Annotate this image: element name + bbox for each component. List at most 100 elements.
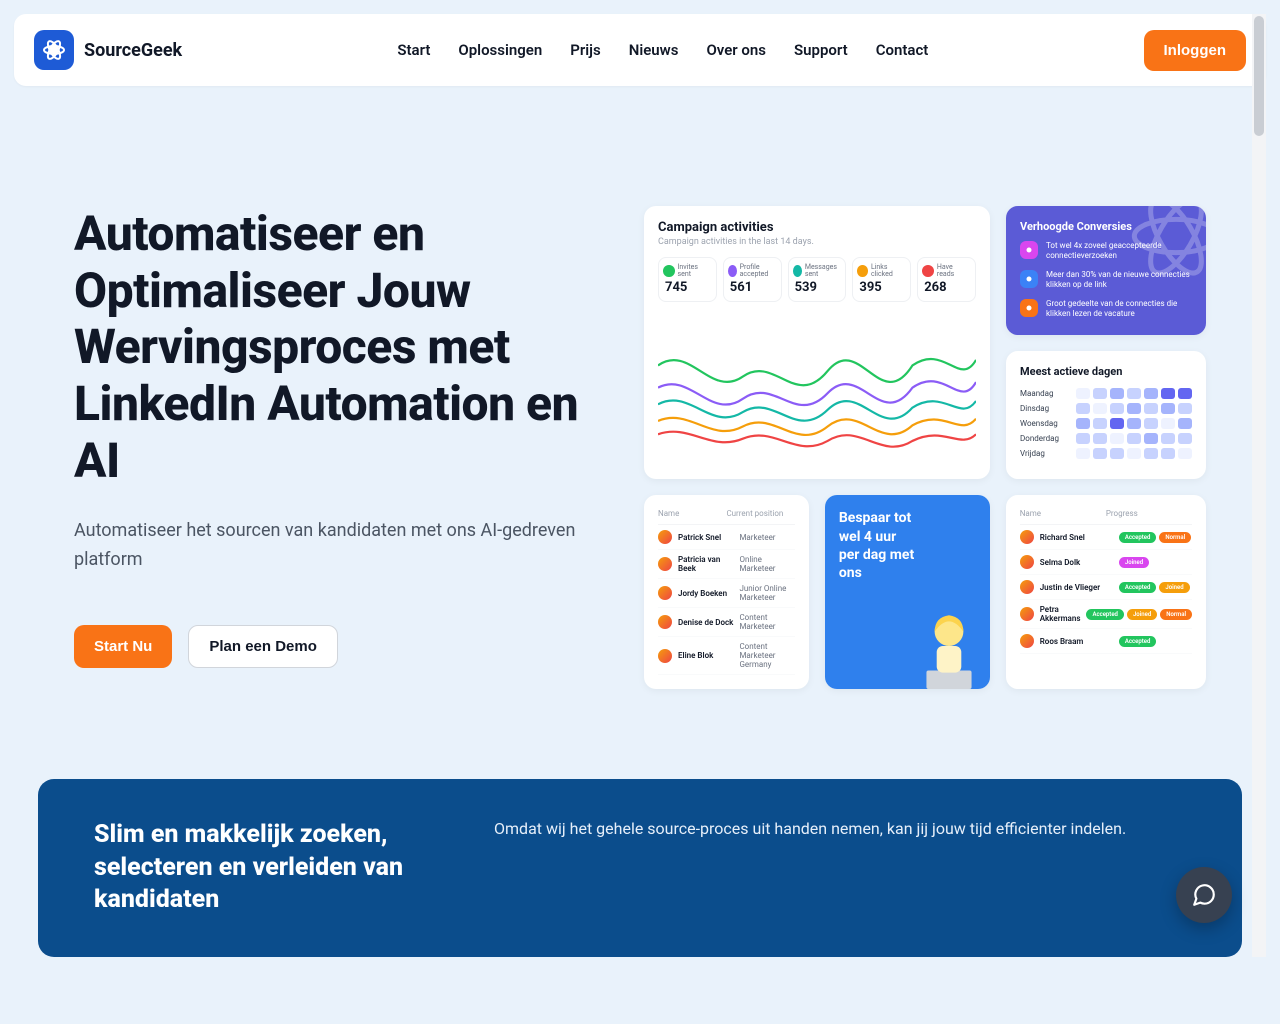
badges: Joined	[1119, 557, 1192, 568]
status-badge: Accepted	[1119, 532, 1157, 543]
active-day-row: Dinsdag	[1020, 403, 1192, 414]
plan-demo-button[interactable]: Plan een Demo	[188, 625, 338, 668]
progress-row: Roos Braam Accepted	[1020, 629, 1192, 654]
avatar	[658, 530, 672, 544]
heatmap-cell	[1127, 418, 1141, 429]
conversion-bullet-icon	[1020, 270, 1038, 288]
people-row: Patrick Snel Marketeer	[658, 525, 795, 550]
person-name: Richard Snel	[1040, 533, 1113, 542]
navbar: SourceGeek Start Oplossingen Prijs Nieuw…	[14, 14, 1266, 86]
person-name: Denise de Dock	[678, 618, 733, 627]
person-name: Eline Blok	[678, 651, 733, 660]
nav-link-oplossingen[interactable]: Oplossingen	[458, 41, 542, 59]
people-row: Patricia van Beek Online Marketeer	[658, 550, 795, 579]
heatmap-cell	[1076, 448, 1090, 459]
heatmap-cell	[1161, 433, 1175, 444]
active-day-label: Maandag	[1020, 389, 1070, 398]
campaign-stat: Invites sent 745	[658, 257, 717, 302]
people-head-position: Current position	[726, 509, 794, 518]
status-badge: Accepted	[1119, 636, 1157, 647]
nav-link-support[interactable]: Support	[794, 41, 848, 59]
avatar	[1020, 580, 1034, 594]
heatmap-cell	[1093, 448, 1107, 459]
avatar	[1020, 607, 1034, 621]
chat-fab[interactable]	[1176, 867, 1232, 923]
avatar	[1020, 634, 1034, 648]
status-badge: Accepted	[1086, 609, 1124, 620]
scrollbar-thumb[interactable]	[1254, 16, 1264, 136]
person-name: Justin de Vlieger	[1040, 583, 1113, 592]
person-name: Patrick Snel	[678, 533, 733, 542]
active-day-label: Donderdag	[1020, 434, 1070, 443]
heatmap-cell	[1110, 448, 1124, 459]
campaign-title: Campaign activities	[658, 220, 976, 235]
progress-row: Justin de Vlieger AcceptedJoined	[1020, 575, 1192, 600]
person-position: Content Marketeer	[739, 613, 794, 631]
campaign-activities-card: Campaign activities Campaign activities …	[644, 206, 990, 479]
heatmap-cell	[1076, 388, 1090, 399]
avatar	[658, 557, 672, 571]
stat-dot-icon	[728, 265, 737, 277]
people-head: Name Current position	[658, 509, 795, 525]
conversion-text: Groot gedeelte van de connecties die kli…	[1046, 299, 1192, 320]
active-day-row: Vrijdag	[1020, 448, 1192, 459]
heatmap-cell	[1093, 433, 1107, 444]
person-name: Jordy Boeken	[678, 589, 733, 598]
hero-graphics: Campaign activities Campaign activities …	[644, 206, 1206, 689]
stat-label: Links clicked	[871, 264, 906, 278]
campaign-stats: Invites sent 745 Profile accepted 561 Me…	[658, 257, 976, 302]
start-nu-button[interactable]: Start Nu	[74, 625, 172, 668]
heatmap-cell	[1144, 433, 1158, 444]
scrollbar-track[interactable]	[1252, 14, 1266, 957]
stat-value: 268	[922, 280, 946, 295]
hero-left: Automatiseer en Optimaliseer Jouw Wervin…	[74, 206, 614, 689]
conversions-card: Verhoogde Conversies Tot wel 4x zoveel g…	[1006, 206, 1206, 335]
active-day-row: Woensdag	[1020, 418, 1192, 429]
heatmap-cell	[1076, 403, 1090, 414]
atom-watermark-icon	[1126, 206, 1206, 286]
nav-link-nieuws[interactable]: Nieuws	[629, 41, 679, 59]
nav-link-start[interactable]: Start	[397, 41, 430, 59]
progress-row: Selma Dolk Joined	[1020, 550, 1192, 575]
people-head-name: Name	[658, 509, 726, 518]
people-row: Jordy Boeken Junior Online Marketeer	[658, 579, 795, 608]
brand[interactable]: SourceGeek	[34, 30, 182, 70]
campaign-line-chart	[658, 310, 976, 465]
active-days-grid: Maandag Dinsdag Woensdag Donderdag Vrijdag	[1020, 388, 1192, 459]
active-day-cells	[1076, 418, 1192, 429]
active-days-card: Meest actieve dagen Maandag Dinsdag Woensd…	[1006, 351, 1206, 480]
login-button[interactable]: Inloggen	[1144, 30, 1247, 71]
person-position: Marketeer	[739, 533, 794, 542]
active-day-label: Dinsdag	[1020, 404, 1070, 413]
heatmap-cell	[1161, 418, 1175, 429]
heatmap-cell	[1093, 403, 1107, 414]
stat-value: 745	[663, 280, 687, 295]
heatmap-cell	[1076, 433, 1090, 444]
stat-value: 539	[793, 280, 817, 295]
status-badge: Normal	[1160, 609, 1192, 620]
brand-logo-icon	[34, 30, 74, 70]
active-day-cells	[1076, 433, 1192, 444]
band-title: Slim en makkelijk zoeken, selecteren en …	[94, 819, 434, 917]
person-with-laptop-icon	[918, 607, 980, 689]
brand-name: SourceGeek	[84, 40, 182, 61]
nav-link-prijs[interactable]: Prijs	[570, 41, 600, 59]
progress-head-name: Name	[1020, 509, 1106, 518]
heatmap-cell	[1178, 418, 1192, 429]
person-name: Roos Braam	[1040, 637, 1113, 646]
person-position: Content Marketeer Germany	[739, 642, 794, 669]
person-name: Patricia van Beek	[678, 555, 733, 573]
nav-links: Start Oplossingen Prijs Nieuws Over ons …	[397, 41, 928, 59]
nav-link-contact[interactable]: Contact	[876, 41, 929, 59]
nav-link-over-ons[interactable]: Over ons	[706, 41, 766, 59]
progress-head: Name Progress	[1020, 509, 1192, 525]
badges: AcceptedJoined	[1119, 582, 1192, 593]
heatmap-cell	[1110, 433, 1124, 444]
person-position: Junior Online Marketeer	[739, 584, 794, 602]
conversion-bullet-icon	[1020, 299, 1038, 317]
people-row: Eline Blok Content Marketeer Germany	[658, 637, 795, 675]
badges: AcceptedNormal	[1119, 532, 1192, 543]
heatmap-cell	[1161, 448, 1175, 459]
stat-dot-icon	[857, 265, 868, 277]
active-days-title: Meest actieve dagen	[1020, 365, 1192, 378]
